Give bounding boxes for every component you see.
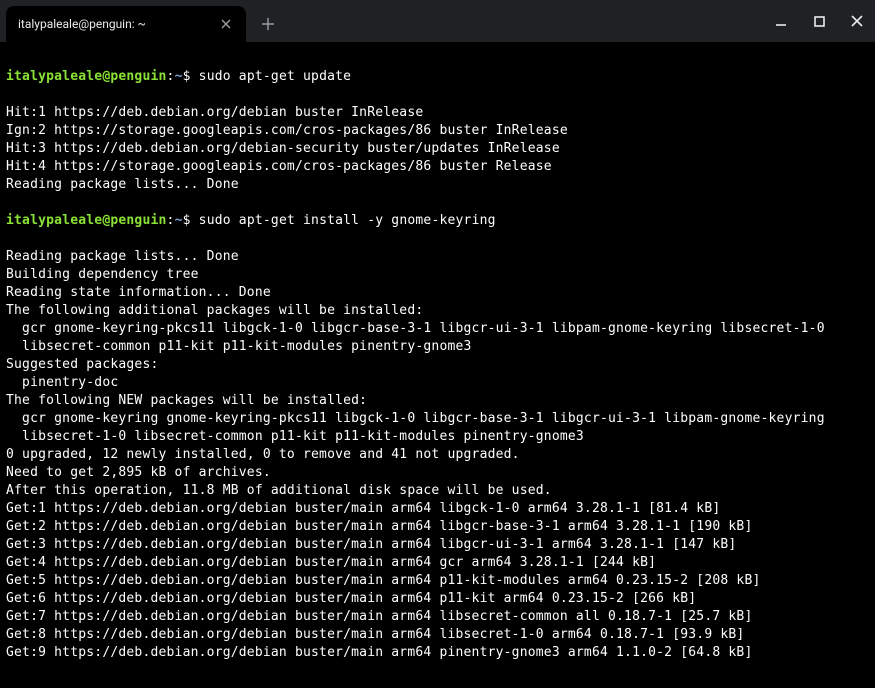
output-line: Get:4 https://deb.debian.org/debian bust…: [6, 554, 869, 572]
close-tab-icon[interactable]: [218, 16, 234, 32]
terminal-output[interactable]: italypaleale@penguin:~$ sudo apt-get upd…: [0, 42, 875, 688]
output-line: Get:7 https://deb.debian.org/debian bust…: [6, 608, 869, 626]
prompt-colon: :: [167, 213, 175, 228]
command-text: sudo apt-get update: [199, 69, 352, 84]
minimize-icon[interactable]: [769, 9, 793, 33]
output-line: Reading package lists... Done: [6, 248, 869, 266]
output-line: pinentry-doc: [6, 374, 869, 392]
tab-title: italypaleale@penguin: ~: [18, 17, 218, 31]
prompt-dollar: $: [183, 213, 199, 228]
output-line: gcr gnome-keyring-pkcs11 libgck-1-0 libg…: [6, 320, 869, 338]
output-line: libsecret-common p11-kit p11-kit-modules…: [6, 338, 869, 356]
prompt-path: ~: [175, 69, 183, 84]
prompt-user: italypaleale@penguin: [6, 213, 167, 228]
output-line: libsecret-1-0 libsecret-common p11-kit p…: [6, 428, 869, 446]
titlebar: italypaleale@penguin: ~: [0, 0, 875, 42]
output-line: Get:3 https://deb.debian.org/debian bust…: [6, 536, 869, 554]
output-line: 0 upgraded, 12 newly installed, 0 to rem…: [6, 446, 869, 464]
command-text: sudo apt-get install -y gnome-keyring: [199, 213, 496, 228]
close-window-icon[interactable]: [845, 9, 869, 33]
terminal-tab[interactable]: italypaleale@penguin: ~: [6, 6, 246, 42]
output-line: Get:6 https://deb.debian.org/debian bust…: [6, 590, 869, 608]
output-line: Get:2 https://deb.debian.org/debian bust…: [6, 518, 869, 536]
output-line: The following NEW packages will be insta…: [6, 392, 869, 410]
new-tab-button[interactable]: [254, 10, 282, 38]
output-line: gcr gnome-keyring gnome-keyring-pkcs11 l…: [6, 410, 869, 428]
output-line: Suggested packages:: [6, 356, 869, 374]
output-line: Hit:1 https://deb.debian.org/debian bust…: [6, 104, 869, 122]
output-line: Get:8 https://deb.debian.org/debian bust…: [6, 626, 869, 644]
output-line: The following additional packages will b…: [6, 302, 869, 320]
maximize-icon[interactable]: [807, 9, 831, 33]
output-line: Building dependency tree: [6, 266, 869, 284]
output-line: Reading package lists... Done: [6, 176, 869, 194]
prompt-colon: :: [167, 69, 175, 84]
output-line: Get:1 https://deb.debian.org/debian bust…: [6, 500, 869, 518]
prompt-user: italypaleale@penguin: [6, 69, 167, 84]
output-line: Get:5 https://deb.debian.org/debian bust…: [6, 572, 869, 590]
prompt-dollar: $: [183, 69, 199, 84]
output-line: Need to get 2,895 kB of archives.: [6, 464, 869, 482]
output-line: Hit:3 https://deb.debian.org/debian-secu…: [6, 140, 869, 158]
prompt-path: ~: [175, 213, 183, 228]
window-controls: [769, 0, 869, 42]
output-line: Reading state information... Done: [6, 284, 869, 302]
output-line: Hit:4 https://storage.googleapis.com/cro…: [6, 158, 869, 176]
output-line: Ign:2 https://storage.googleapis.com/cro…: [6, 122, 869, 140]
output-line: After this operation, 11.8 MB of additio…: [6, 482, 869, 500]
output-line: Get:9 https://deb.debian.org/debian bust…: [6, 644, 869, 662]
